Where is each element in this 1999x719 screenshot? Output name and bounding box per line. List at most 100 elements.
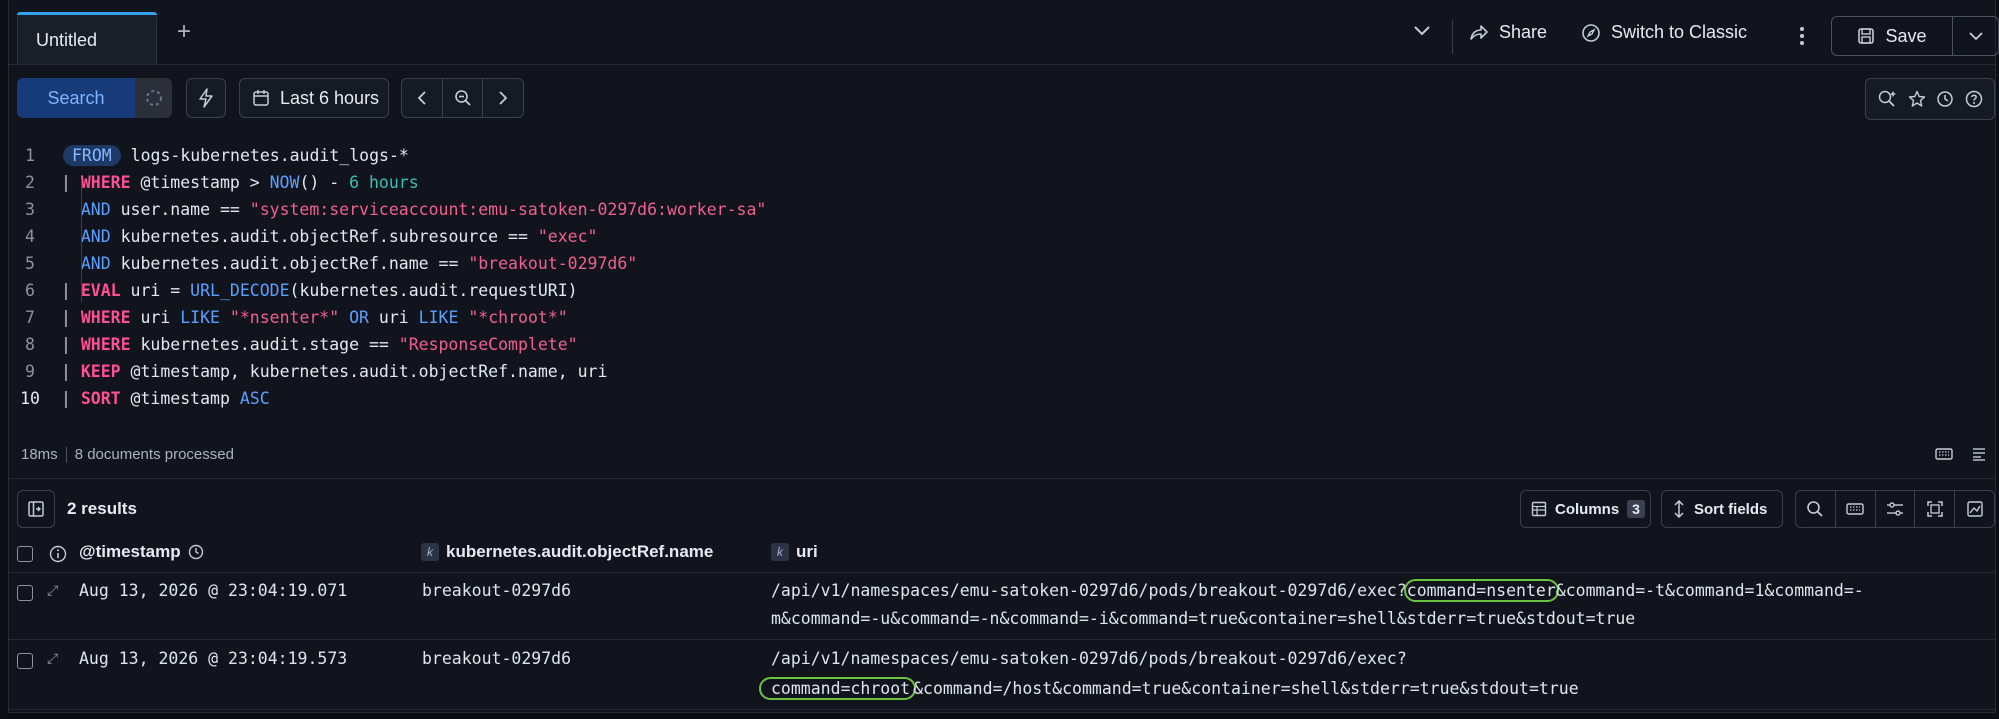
expand-row-icon[interactable]: ⤢ xyxy=(47,583,58,599)
columns-count-badge: 3 xyxy=(1627,500,1645,518)
documents-processed: 8 documents processed xyxy=(74,446,234,463)
code-line: AND kubernetes.audit.objectRef.subresour… xyxy=(80,227,598,246)
code-line: AND user.name == "system:serviceaccount:… xyxy=(80,200,767,219)
tab-bar: Untitled + Share Switch to Classic Save xyxy=(9,0,1999,65)
query-status: 18ms 8 documents processed xyxy=(21,446,234,463)
cell-objectref-name: breakout-0297d6 xyxy=(422,649,572,668)
quick-actions-button[interactable] xyxy=(186,78,226,118)
wrap-lines-icon[interactable] xyxy=(1971,446,1987,462)
column-header-label: kubernetes.audit.objectRef.name xyxy=(446,542,714,561)
column-header-objectref-name[interactable]: k kubernetes.audit.objectRef.name xyxy=(421,542,713,562)
expand-row-icon[interactable]: ⤢ xyxy=(47,651,58,667)
save-icon xyxy=(1858,28,1875,44)
app-frame: Untitled + Share Switch to Classic Save xyxy=(8,0,1999,713)
code-line: | KEEP @timestamp, kubernetes.audit.obje… xyxy=(61,362,608,381)
columns-label: Columns xyxy=(1555,500,1620,518)
line-number: 5 xyxy=(25,254,35,273)
column-header-label: @timestamp xyxy=(79,542,181,561)
divider xyxy=(65,446,67,463)
code-line: | EVAL uri = URL_DECODE(kubernetes.audit… xyxy=(61,281,578,300)
search-icon[interactable] xyxy=(1796,491,1836,527)
fullscreen-icon[interactable] xyxy=(1915,491,1956,527)
results-count: 2 results xyxy=(67,499,137,518)
add-tab-button[interactable]: + xyxy=(177,20,191,44)
cell-timestamp: Aug 13, 2026 @ 23:04:19.573 xyxy=(79,649,348,668)
query-time: 18ms xyxy=(21,446,58,463)
highlighted-command: command=chroot xyxy=(759,677,917,700)
chevron-left-icon[interactable] xyxy=(402,79,443,117)
cell-objectref-name: breakout-0297d6 xyxy=(422,581,572,600)
date-range-label: Last 6 hours xyxy=(280,87,380,108)
lightning-icon xyxy=(199,88,213,108)
more-options-icon[interactable] xyxy=(1795,24,1809,48)
loading-spinner-icon xyxy=(135,78,172,118)
cell-uri-continued: m&command=-u&command=-n&command=-i&comma… xyxy=(771,609,1636,628)
uri-text: &command=/host&command=true&container=sh… xyxy=(913,679,1579,698)
save-button-group: Save xyxy=(1831,16,1999,56)
star-icon[interactable] xyxy=(1908,90,1926,108)
sidebar-toggle-icon xyxy=(28,501,44,517)
zoom-out-icon[interactable] xyxy=(443,79,484,117)
results-toolbar: 2 results Columns 3 Sort fields xyxy=(9,486,1995,532)
column-header-label: uri xyxy=(796,542,818,561)
sort-fields-label: Sort fields xyxy=(1694,500,1768,518)
code-line: | WHERE kubernetes.audit.stage == "Respo… xyxy=(61,335,578,354)
chevron-down-icon[interactable] xyxy=(1413,24,1431,42)
share-label: Share xyxy=(1499,22,1548,42)
clock-icon xyxy=(188,544,203,560)
line-number: 7 xyxy=(25,308,35,327)
table-header: @timestamp k kubernetes.audit.objectRef.… xyxy=(9,536,1995,573)
divider xyxy=(1452,20,1453,54)
search-button[interactable]: Search xyxy=(17,78,135,118)
save-button[interactable]: Save xyxy=(1832,17,1953,55)
ai-assistant-icon[interactable] xyxy=(1877,89,1897,109)
grid-tools-group xyxy=(1795,490,1995,528)
columns-button[interactable]: Columns 3 xyxy=(1520,490,1651,528)
line-number: 6 xyxy=(25,281,35,300)
row-checkbox[interactable] xyxy=(17,653,33,669)
code-line: AND kubernetes.audit.objectRef.name == "… xyxy=(80,254,638,273)
table-row[interactable]: ⤢ Aug 13, 2026 @ 23:04:19.071 breakout-0… xyxy=(9,573,1995,640)
help-icon[interactable] xyxy=(1965,90,1983,108)
tab-untitled[interactable]: Untitled xyxy=(17,12,157,64)
table-row[interactable]: ⤢ Aug 13, 2026 @ 23:04:19.573 breakout-0… xyxy=(9,641,1995,710)
history-icon[interactable] xyxy=(1936,90,1954,108)
divider xyxy=(9,478,1995,479)
row-checkbox[interactable] xyxy=(17,585,33,601)
display-settings-icon[interactable] xyxy=(1876,491,1916,527)
code-line: FROM logs-kubernetes.audit_logs-* xyxy=(63,142,409,169)
sort-fields-button[interactable]: Sort fields xyxy=(1661,490,1783,528)
code-line: | SORT @timestamp ASC xyxy=(61,389,270,408)
keyboard-icon[interactable] xyxy=(1935,446,1953,462)
date-range-picker[interactable]: Last 6 hours xyxy=(239,78,389,118)
save-options-chevron-icon[interactable] xyxy=(1953,17,1998,55)
visualize-icon[interactable] xyxy=(1955,491,1994,527)
calendar-icon xyxy=(253,90,269,106)
share-button[interactable]: Share xyxy=(1469,22,1547,43)
select-all-checkbox[interactable] xyxy=(17,546,33,562)
keyboard-icon[interactable] xyxy=(1836,491,1876,527)
code-line: | WHERE @timestamp > NOW() - 6 hours xyxy=(61,173,419,192)
cell-timestamp: Aug 13, 2026 @ 23:04:19.071 xyxy=(79,581,348,600)
search-button-group: Search xyxy=(17,78,172,118)
info-icon[interactable] xyxy=(49,545,67,563)
line-number: 3 xyxy=(25,200,35,219)
time-navigation-group xyxy=(401,78,524,118)
query-editor[interactable]: 1 FROM logs-kubernetes.audit_logs-* 2 | WH… xyxy=(9,140,1995,425)
cell-uri-continued: command=chroot &command=/host&command=tru… xyxy=(759,675,1579,703)
uri-text: &command=-t&command=1&command=- xyxy=(1555,581,1864,600)
chevron-right-icon[interactable] xyxy=(483,79,523,117)
keyword-type-icon: k xyxy=(421,543,439,561)
cell-uri: /api/v1/namespaces/emu-satoken-0297d6/po… xyxy=(771,649,1407,668)
toggle-sidebar-button[interactable] xyxy=(17,490,55,528)
switch-to-classic-label: Switch to Classic xyxy=(1611,22,1748,42)
table-columns-icon xyxy=(1531,501,1547,517)
share-icon xyxy=(1470,24,1488,40)
line-number: 10 xyxy=(20,389,40,408)
code-line: | WHERE uri LIKE "*nsenter*" OR uri LIKE… xyxy=(61,308,568,327)
sort-icon xyxy=(1674,500,1684,518)
column-header-timestamp[interactable]: @timestamp xyxy=(79,542,204,562)
switch-to-classic-button[interactable]: Switch to Classic xyxy=(1581,22,1747,43)
column-header-uri[interactable]: k uri xyxy=(771,542,818,562)
line-number: 8 xyxy=(25,335,35,354)
